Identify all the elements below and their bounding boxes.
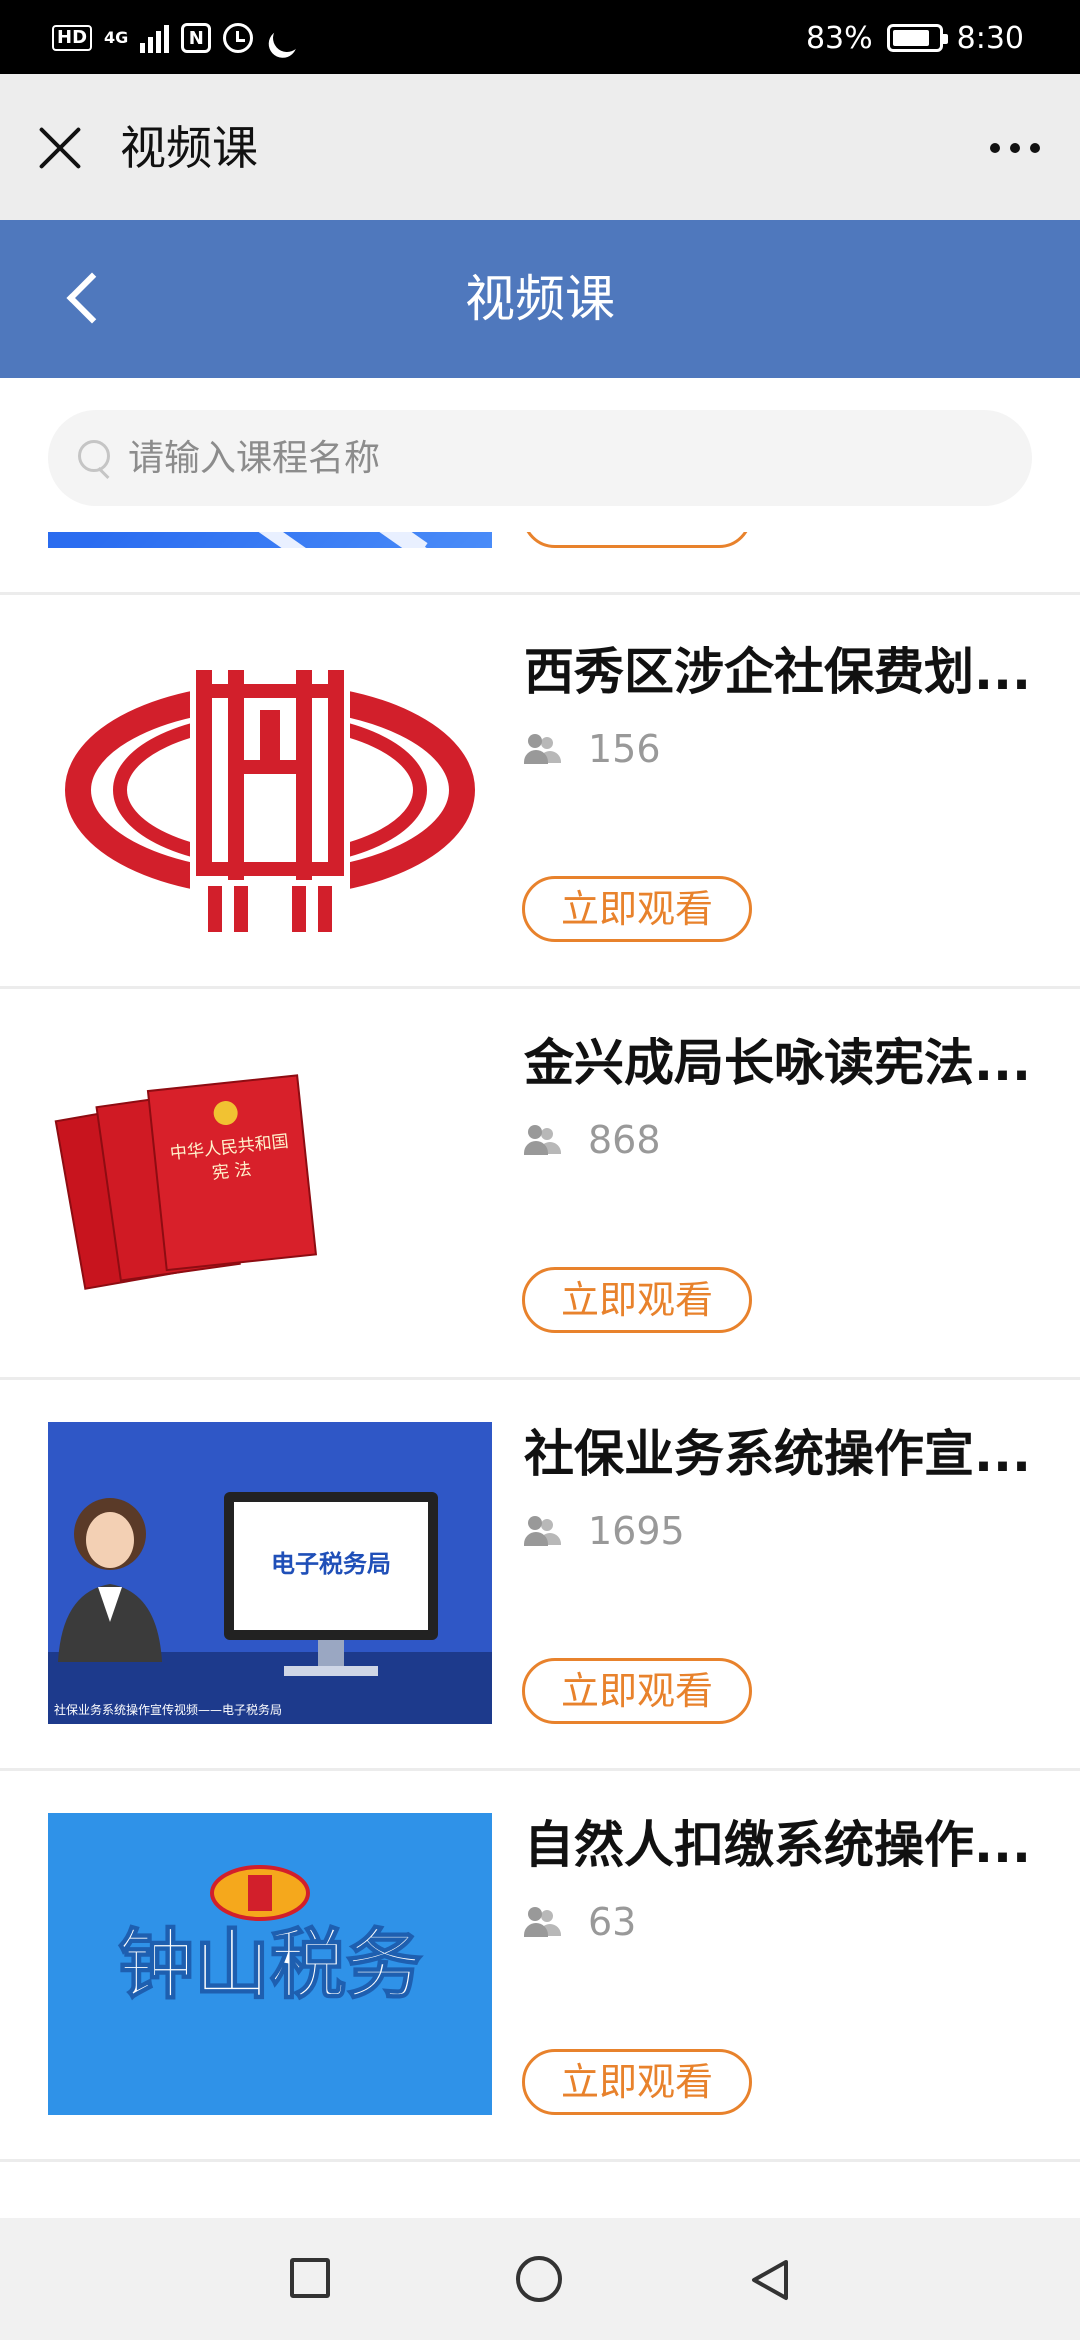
list-item[interactable]: 电子税务局 社保业务系统操作宣传视频——电子税务局 社保业务系统操作宣... 1… [0, 1380, 1080, 1771]
do-not-disturb-icon [269, 20, 305, 56]
tax-emblem-icon [65, 660, 475, 932]
close-icon[interactable] [36, 124, 84, 172]
viewer-count: 868 [588, 1118, 661, 1162]
recent-apps-icon[interactable] [290, 2258, 330, 2298]
viewer-count-row: 63 [524, 1897, 636, 1947]
watch-now-button[interactable]: 立即观看 [522, 876, 752, 942]
viewer-count: 156 [588, 727, 661, 771]
list-item[interactable]: 西秀区涉企社保费划... 156 立即观看 [0, 598, 1080, 989]
list-item[interactable]: 钟山税务 自然人扣缴系统操作... 63 立即观看 [0, 1771, 1080, 2162]
zhongshan-tax-thumbnail[interactable]: 钟山税务 [48, 1813, 492, 2115]
logo-text: 钟山税务 [118, 1920, 422, 2009]
system-navigation-bar [0, 2218, 1080, 2340]
search-input[interactable] [128, 428, 1008, 488]
alarm-icon [223, 23, 254, 53]
viewer-count-row: 1695 [524, 1506, 685, 1556]
search-bar[interactable] [48, 410, 1032, 506]
people-icon [524, 1125, 564, 1155]
course-title[interactable]: 金兴成局长咏读宪法... [524, 1027, 1031, 1099]
watch-now-button[interactable]: 立即观看 [522, 1658, 752, 1724]
book-subtitle-text: 宪 法 [211, 1160, 252, 1184]
viewer-count: 1695 [588, 1509, 685, 1553]
signal-icon [140, 23, 170, 53]
search-icon [78, 440, 118, 480]
video-caption-text: 社保业务系统操作宣传视频——电子税务局 [54, 1702, 282, 1717]
wechat-page-title: 视频课 [120, 121, 258, 175]
home-icon[interactable] [516, 2256, 562, 2302]
hd-icon: HD [52, 25, 93, 51]
network-type-label: 4G [104, 28, 129, 47]
e-tax-video-thumbnail[interactable]: 电子税务局 社保业务系统操作宣传视频——电子税务局 [48, 1422, 492, 1724]
people-icon [524, 734, 564, 764]
blue-abstract-thumbnail[interactable] [48, 532, 492, 548]
back-triangle-icon[interactable] [750, 2258, 790, 2302]
nfc-icon: N [181, 23, 212, 53]
list-item[interactable]: 中华人民共和国 宪 法 金兴成局长咏读宪法... 868 立即观看 [0, 989, 1080, 1380]
viewer-count: 63 [588, 1900, 637, 1944]
viewer-count-row: 868 [524, 1115, 661, 1165]
status-bar: HD 4G N 83% 8:30 [0, 0, 1080, 74]
constitution-books-thumbnail[interactable]: 中华人民共和国 宪 法 [48, 1031, 492, 1333]
constitution-books-image: 中华人民共和国 宪 法 [54, 1074, 318, 1290]
watch-now-button[interactable]: 立即观看 [522, 2049, 752, 2115]
battery-icon [886, 24, 948, 52]
e-tax-video-still: 电子税务局 社保业务系统操作宣传视频——电子税务局 [48, 1422, 492, 1724]
more-icon[interactable] [990, 134, 1040, 162]
status-icons-right: 83% 8:30 [806, 18, 1024, 58]
watch-now-button[interactable]: 立即观看 [522, 532, 752, 548]
zhongshan-tax-logo: 钟山税务 [48, 1813, 492, 2115]
watch-now-button[interactable]: 立即观看 [522, 1267, 752, 1333]
battery-percent: 83% [805, 20, 873, 56]
screen-text: 电子税务局 [271, 1550, 391, 1578]
people-icon [524, 1907, 564, 1937]
course-list[interactable]: 立即观看 西秀区涉企社保费划... [0, 532, 1080, 2218]
wechat-title-bar: 视频课 [0, 74, 1080, 220]
page-title: 视频课 [465, 270, 615, 328]
course-title[interactable]: 自然人扣缴系统操作... [524, 1809, 1031, 1881]
app-header: 视频课 [0, 220, 1080, 378]
list-item[interactable]: 立即观看 [0, 532, 1080, 595]
viewer-count-row: 156 [524, 724, 661, 774]
tax-emblem-thumbnail[interactable] [48, 640, 492, 942]
clock: 8:30 [956, 20, 1024, 56]
course-title[interactable]: 社保业务系统操作宣... [524, 1418, 1031, 1490]
status-icons-left: HD 4G N [52, 18, 301, 58]
course-title[interactable]: 西秀区涉企社保费划... [524, 636, 1031, 708]
people-icon [524, 1516, 564, 1546]
